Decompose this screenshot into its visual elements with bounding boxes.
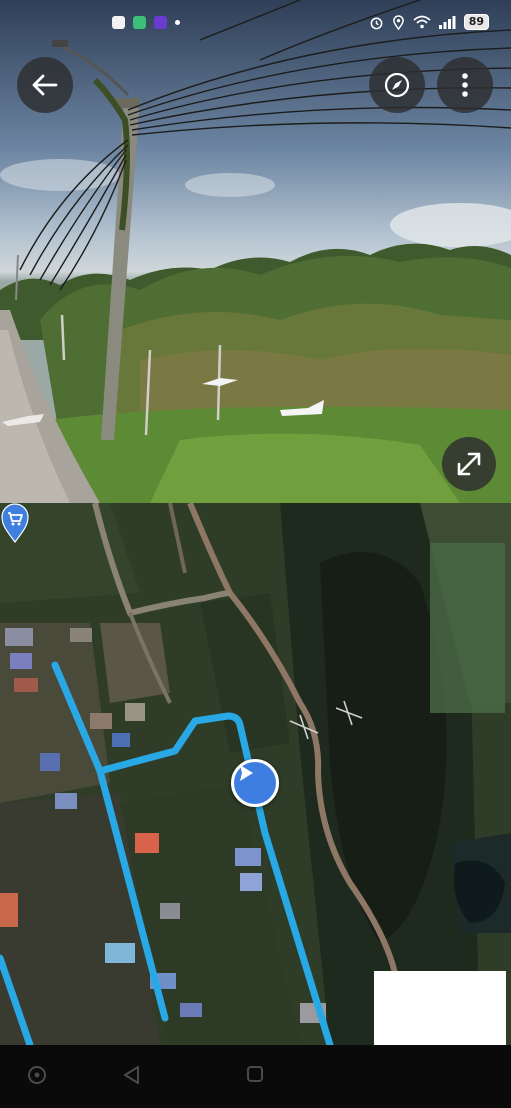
back-button[interactable] [17, 57, 73, 113]
street-view-panorama[interactable]: 89 [0, 0, 511, 503]
more-vert-icon [462, 73, 468, 97]
status-right-icons: 89 [369, 14, 489, 30]
navigation-position-marker[interactable] [231, 759, 279, 807]
battery-level: 89 [463, 14, 489, 30]
expand-icon [457, 452, 481, 476]
notification-dot-icon [175, 19, 180, 25]
more-options-button[interactable] [437, 57, 493, 113]
recents-square-icon[interactable] [246, 1065, 264, 1083]
back-triangle-icon[interactable] [122, 1065, 142, 1085]
status-bar: 89 [0, 0, 511, 44]
navigation-arrow-icon [240, 765, 253, 781]
signal-icon [438, 15, 456, 29]
compass-button[interactable] [369, 57, 425, 113]
shopping-cart-pin-icon[interactable] [0, 503, 30, 543]
app-purple-icon [154, 15, 167, 29]
wifi-icon [413, 15, 431, 29]
system-navigation-bar [0, 1045, 511, 1108]
street-nav-arrow-left[interactable] [200, 374, 240, 390]
app-white-icon [112, 15, 125, 29]
satellite-map[interactable] [0, 503, 511, 1045]
street-view-image [0, 0, 511, 503]
expand-button[interactable] [442, 437, 496, 491]
home-circle-icon[interactable] [27, 1065, 47, 1085]
alarm-icon [370, 17, 383, 29]
compass-icon [384, 72, 410, 98]
location-icon [392, 14, 404, 30]
back-arrow-icon [32, 74, 58, 96]
street-nav-arrow-back[interactable] [0, 410, 48, 428]
status-left-icons [112, 15, 180, 29]
app-green-icon [133, 15, 146, 29]
street-nav-arrow-right[interactable] [278, 398, 328, 418]
